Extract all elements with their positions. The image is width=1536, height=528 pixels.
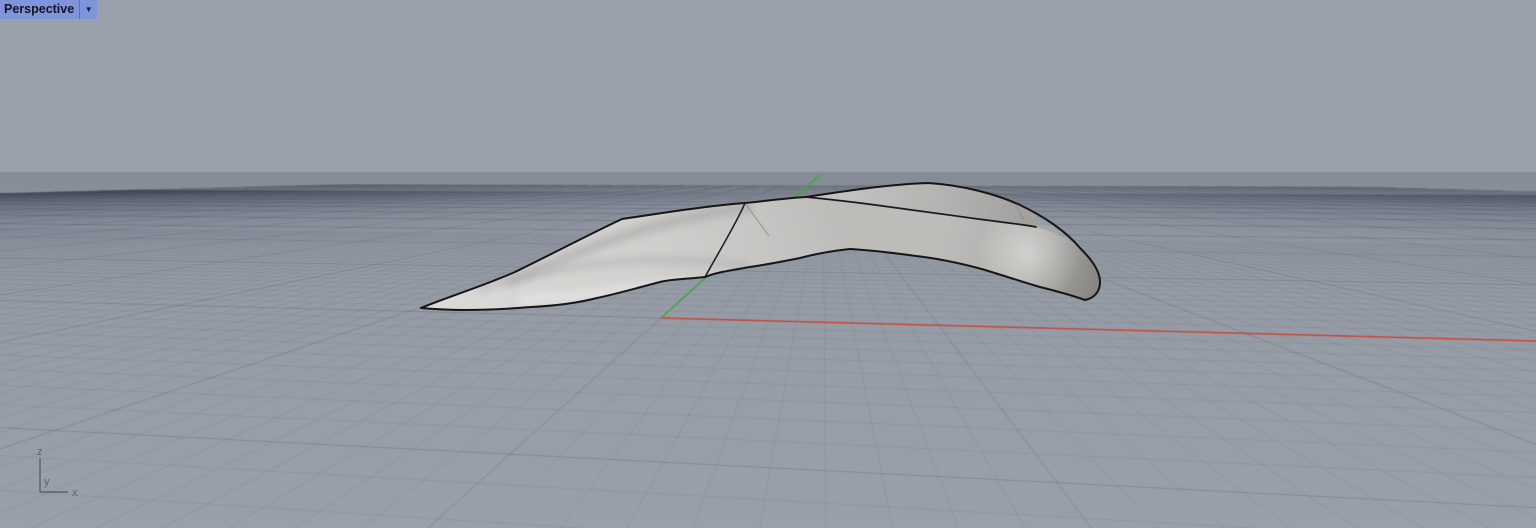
viewport-dropdown-icon[interactable]: ▼ <box>80 0 97 19</box>
perspective-viewport: Perspective ▼ z y x <box>0 0 1536 528</box>
viewport-title[interactable]: Perspective <box>0 0 79 19</box>
viewport-title-bar[interactable]: Perspective ▼ <box>0 0 98 19</box>
surface-object[interactable] <box>0 0 1536 528</box>
